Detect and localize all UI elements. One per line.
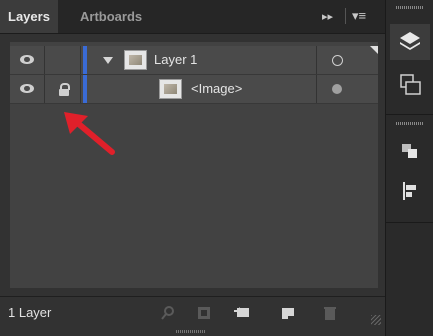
resize-grip-icon[interactable] — [371, 315, 381, 325]
target-divider — [316, 75, 317, 103]
layers-footer: 1 Layer — [0, 296, 385, 329]
panel-tab-bar: Layers Artboards ▸▸ ▾≡ — [0, 0, 385, 34]
layer-row-layer-1[interactable]: Layer 1 — [10, 46, 378, 75]
create-sublayer-icon[interactable] — [234, 305, 250, 321]
panel-grip[interactable] — [176, 330, 206, 333]
layer-count: 1 Layer — [8, 305, 52, 320]
lock-cell[interactable] — [44, 46, 81, 74]
lock-icon[interactable] — [59, 83, 70, 96]
delete-icon[interactable] — [322, 305, 338, 321]
visibility-cell[interactable] — [10, 75, 45, 103]
double-chevron-right-icon[interactable]: ▸▸ — [322, 10, 333, 23]
tab-layers[interactable]: Layers — [0, 0, 58, 33]
annotation-arrow-icon — [64, 112, 115, 155]
locate-object-icon[interactable] — [160, 305, 176, 321]
dock-divider — [386, 222, 433, 223]
target-circle-icon[interactable] — [332, 84, 342, 94]
visibility-cell[interactable] — [10, 46, 45, 74]
lock-cell[interactable] — [44, 75, 81, 103]
artboards-dock-button[interactable] — [390, 68, 430, 104]
layers-panel: Layers Artboards ▸▸ ▾≡ Layer 1 <Image> 1… — [0, 0, 385, 336]
expand-triangle-icon[interactable] — [103, 57, 113, 64]
align-dock-button[interactable] — [390, 174, 430, 210]
target-circle-icon[interactable] — [332, 55, 343, 66]
layers-dock-button[interactable] — [390, 24, 430, 60]
align-icon — [403, 182, 416, 200]
tab-artboards[interactable]: Artboards — [72, 0, 150, 33]
make-clipping-mask-icon[interactable] — [196, 305, 212, 321]
eye-icon[interactable] — [20, 55, 34, 64]
dock-grip[interactable] — [396, 6, 424, 9]
layers-list: Layer 1 <Image> — [10, 42, 378, 288]
layer-color-bar — [83, 75, 87, 103]
arrange-icon — [402, 144, 417, 158]
layer-name[interactable]: <Image> — [191, 75, 242, 103]
artboards-icon — [400, 74, 421, 95]
dock-divider — [386, 114, 433, 115]
image-thumbnail — [159, 79, 182, 99]
eye-icon[interactable] — [20, 84, 34, 93]
layer-row-image[interactable]: <Image> — [10, 75, 378, 104]
layer-name[interactable]: Layer 1 — [154, 46, 197, 74]
arrange-dock-button[interactable] — [390, 134, 430, 170]
layers-icon — [400, 32, 420, 50]
layer-color-bar — [83, 46, 87, 74]
panel-dock — [385, 0, 433, 336]
hamburger-menu-icon[interactable]: ▾≡ — [352, 8, 366, 24]
target-divider — [316, 46, 317, 74]
dock-grip[interactable] — [396, 122, 424, 125]
selection-corner-icon — [370, 46, 378, 54]
create-layer-icon[interactable] — [280, 305, 296, 321]
divider — [345, 8, 346, 24]
layer-thumbnail — [124, 50, 147, 70]
